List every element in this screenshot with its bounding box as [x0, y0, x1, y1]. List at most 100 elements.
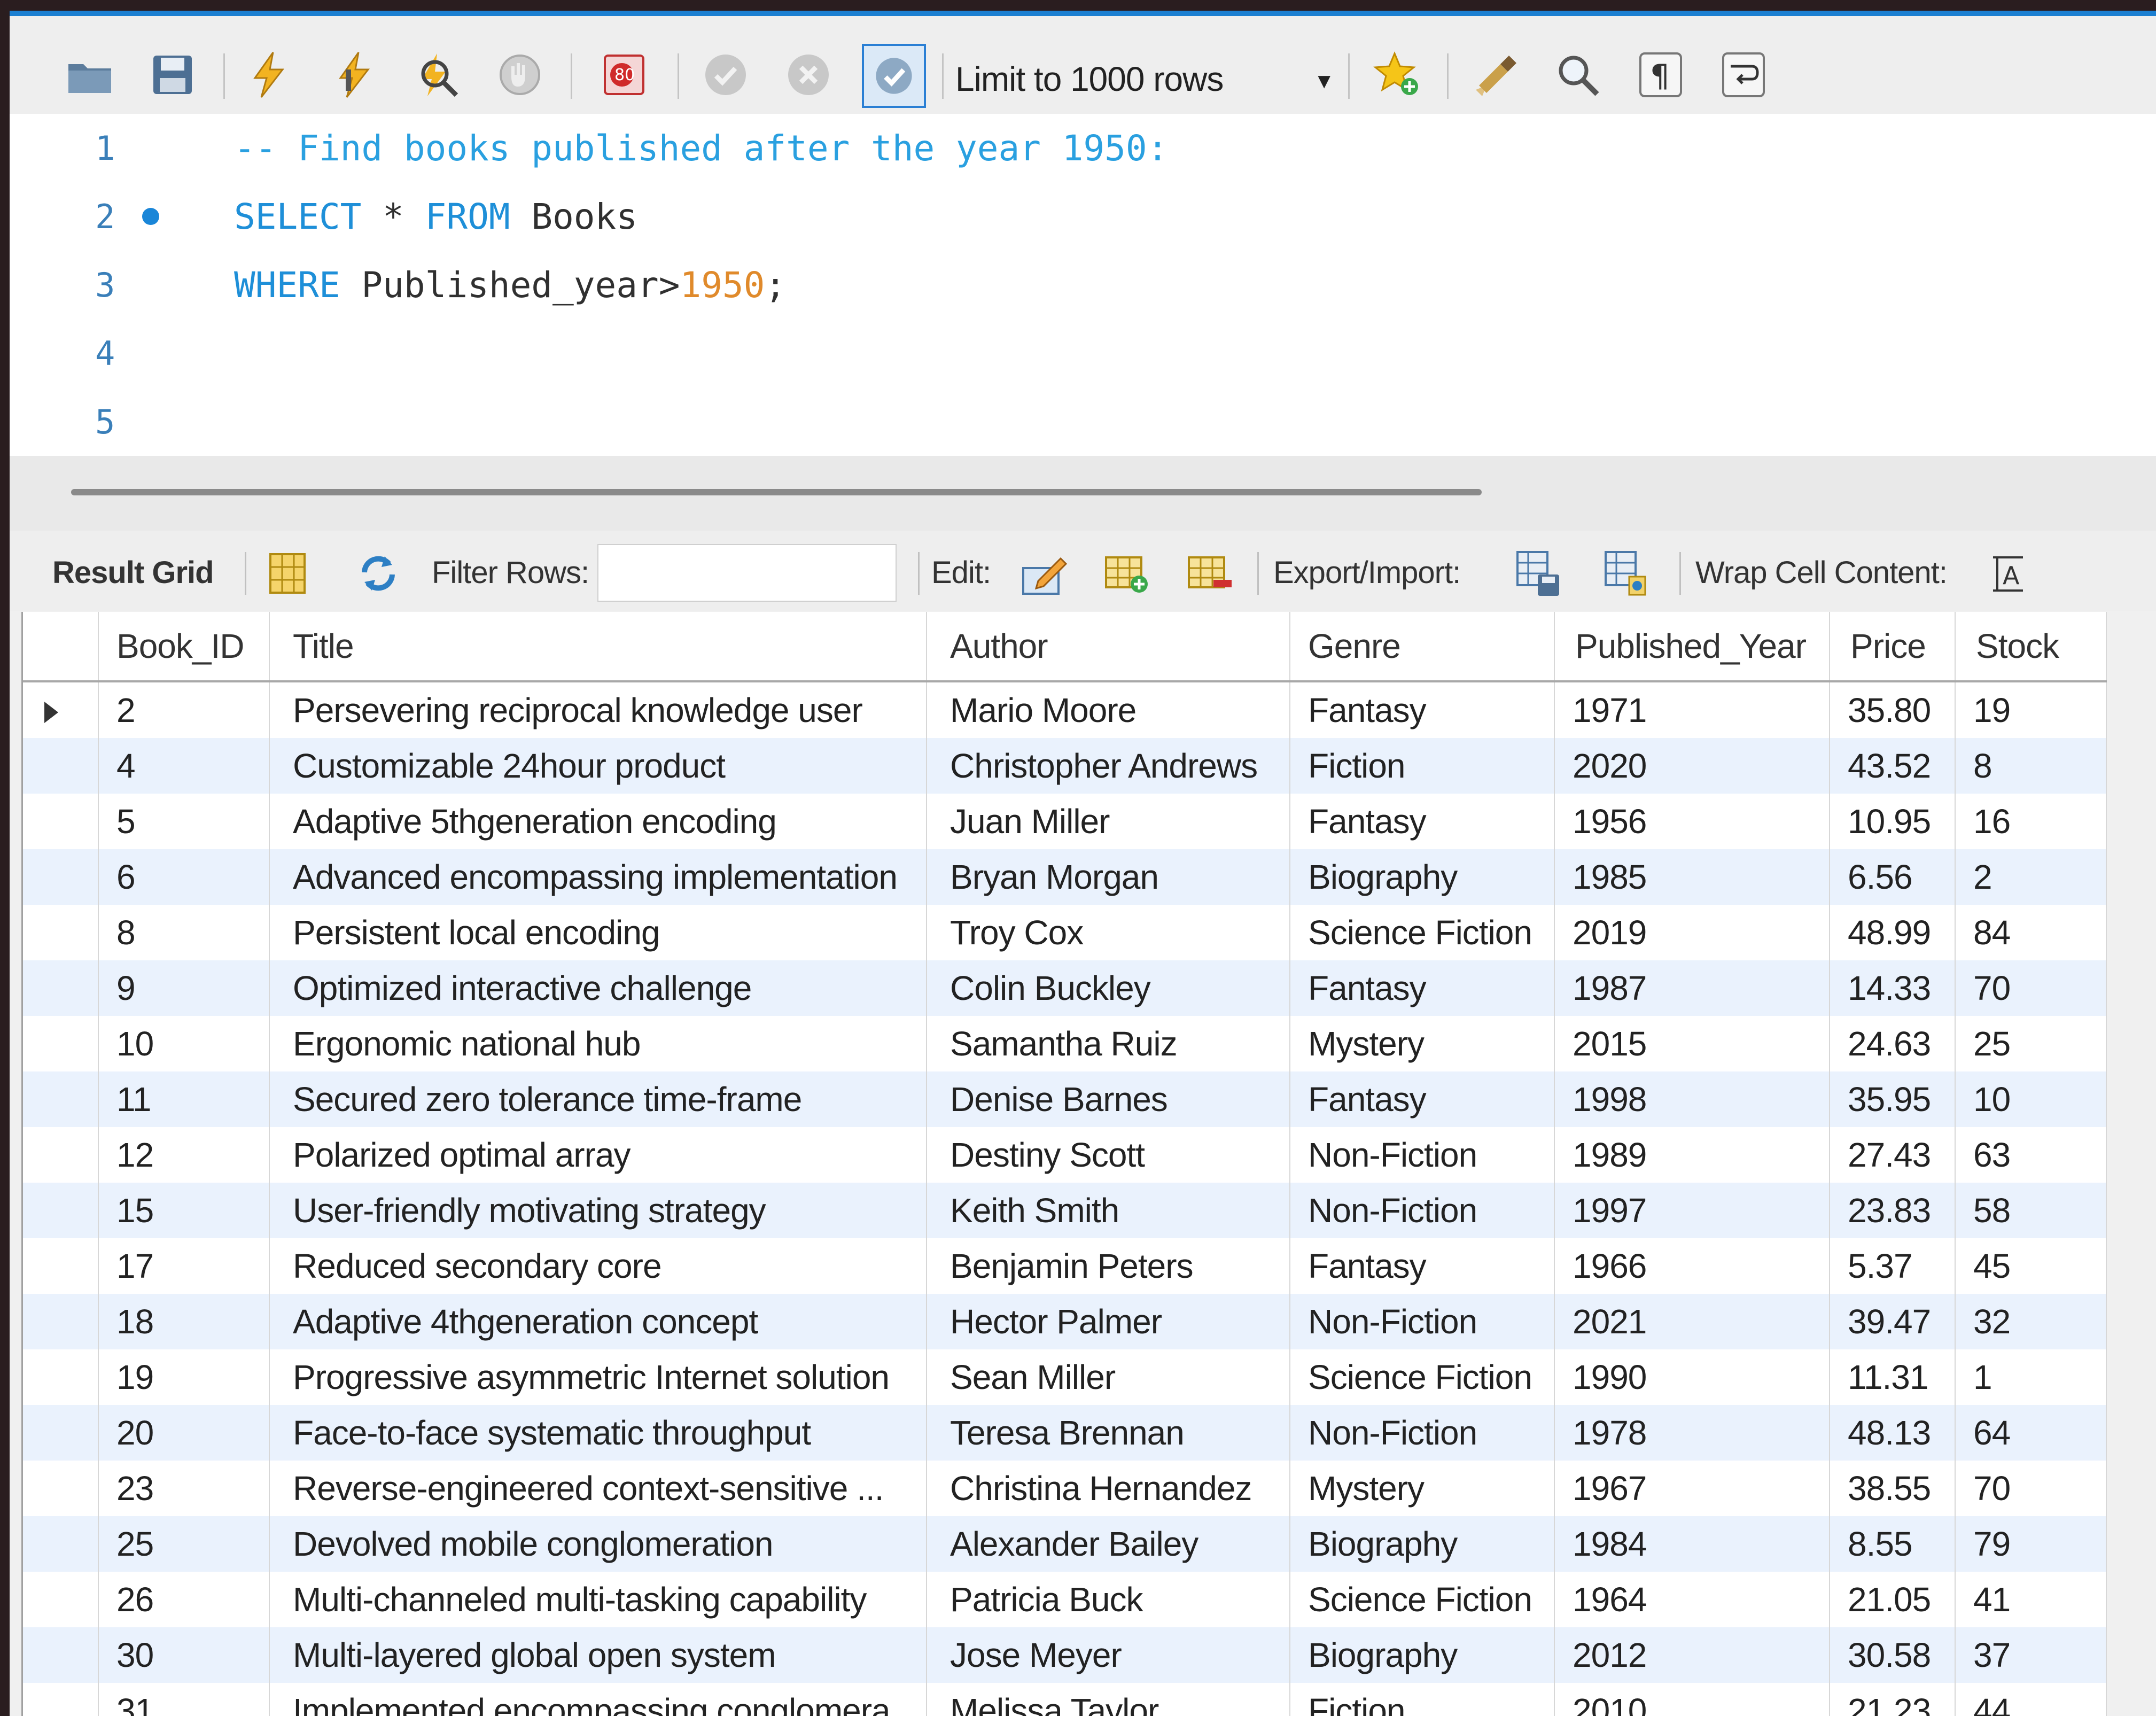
- cell-price[interactable]: 35.95: [1848, 1071, 1944, 1127]
- column-header-price[interactable]: Price: [1850, 612, 1952, 680]
- row-limit-select[interactable]: Limit to 1000 rows ▼: [955, 48, 1345, 110]
- cell-title[interactable]: Face-to-face systematic throughput: [293, 1405, 918, 1461]
- cell-title[interactable]: Customizable 24hour product: [293, 738, 918, 794]
- cell-price[interactable]: 14.33: [1848, 960, 1944, 1016]
- cell-stock[interactable]: 64: [1973, 1405, 2096, 1461]
- table-row[interactable]: 15 User-friendly motivating strategy Keith…: [23, 1183, 2107, 1238]
- cell-stock[interactable]: 37: [1973, 1627, 2096, 1683]
- cell-book-id[interactable]: 26: [116, 1572, 261, 1627]
- cell-published-year[interactable]: 2015: [1573, 1016, 1818, 1071]
- cell-published-year[interactable]: 2019: [1573, 905, 1818, 960]
- word-wrap-icon[interactable]: [1717, 48, 1770, 102]
- cell-title[interactable]: Adaptive 4thgeneration concept: [293, 1294, 918, 1349]
- cell-published-year[interactable]: 1998: [1573, 1071, 1818, 1127]
- table-row[interactable]: 10 Ergonomic national hub Samantha Ruiz Mys…: [23, 1016, 2107, 1071]
- cell-book-id[interactable]: 17: [116, 1238, 261, 1294]
- cell-stock[interactable]: 45: [1973, 1238, 2096, 1294]
- cell-stock[interactable]: 19: [1973, 682, 2096, 738]
- column-header-book-id[interactable]: Book_ID: [116, 612, 266, 680]
- cell-title[interactable]: Devolved mobile conglomeration: [293, 1516, 918, 1572]
- cell-title[interactable]: Multi-layered global open system: [293, 1627, 918, 1683]
- cell-author[interactable]: Benjamin Peters: [950, 1238, 1281, 1294]
- cell-price[interactable]: 30.58: [1848, 1627, 1944, 1683]
- cell-book-id[interactable]: 20: [116, 1405, 261, 1461]
- table-row[interactable]: 18 Adaptive 4thgeneration concept Hector P…: [23, 1294, 2107, 1349]
- cell-price[interactable]: 38.55: [1848, 1461, 1944, 1516]
- table-row[interactable]: 6 Advanced encompassing implementation Bry…: [23, 849, 2107, 905]
- grid-view-icon[interactable]: [261, 547, 314, 600]
- cell-book-id[interactable]: 5: [116, 794, 261, 849]
- cell-book-id[interactable]: 8: [116, 905, 261, 960]
- execute-icon[interactable]: [242, 48, 295, 102]
- stop-icon[interactable]: [493, 48, 547, 102]
- cell-author[interactable]: Teresa Brennan: [950, 1405, 1281, 1461]
- save-icon[interactable]: [146, 48, 199, 102]
- cell-price[interactable]: 10.95: [1848, 794, 1944, 849]
- result-grid-tab[interactable]: Result Grid: [52, 555, 214, 591]
- cell-author[interactable]: Mario Moore: [950, 682, 1281, 738]
- cell-price[interactable]: 27.43: [1848, 1127, 1944, 1183]
- column-header-published-year[interactable]: Published_Year: [1575, 612, 1826, 680]
- cell-genre[interactable]: Biography: [1308, 1627, 1548, 1683]
- cell-published-year[interactable]: 1997: [1573, 1183, 1818, 1238]
- cell-genre[interactable]: Mystery: [1308, 1016, 1548, 1071]
- column-header-genre[interactable]: Genre: [1308, 612, 1554, 680]
- editor-line[interactable]: 4: [10, 319, 2156, 387]
- cell-price[interactable]: 23.83: [1848, 1183, 1944, 1238]
- cell-published-year[interactable]: 2010: [1573, 1683, 1818, 1716]
- cell-published-year[interactable]: 2020: [1573, 738, 1818, 794]
- cell-title[interactable]: Persevering reciprocal knowledge user: [293, 682, 918, 738]
- table-row[interactable]: 9 Optimized interactive challenge Colin Bu…: [23, 960, 2107, 1016]
- result-grid[interactable]: Book_ID Title Author Genre Published_Yea…: [21, 612, 2107, 1716]
- add-row-icon[interactable]: [1100, 547, 1153, 600]
- cell-published-year[interactable]: 1956: [1573, 794, 1818, 849]
- cell-title[interactable]: Adaptive 5thgeneration encoding: [293, 794, 918, 849]
- cell-genre[interactable]: Fiction: [1308, 1683, 1548, 1716]
- cell-genre[interactable]: Fantasy: [1308, 960, 1548, 1016]
- cell-title[interactable]: User-friendly motivating strategy: [293, 1183, 918, 1238]
- table-row[interactable]: 19 Progressive asymmetric Internet soluti…: [23, 1349, 2107, 1405]
- cell-author[interactable]: Christina Hernandez: [950, 1461, 1281, 1516]
- cell-title[interactable]: Progressive asymmetric Internet solution: [293, 1349, 918, 1405]
- cell-price[interactable]: 8.55: [1848, 1516, 1944, 1572]
- cell-author[interactable]: Christopher Andrews: [950, 738, 1281, 794]
- cell-genre[interactable]: Fantasy: [1308, 1238, 1548, 1294]
- table-row[interactable]: 2 Persevering reciprocal knowledge user Ma…: [23, 682, 2107, 738]
- editor-line[interactable]: 2 SELECT * FROM Books: [10, 182, 2156, 251]
- cell-author[interactable]: Denise Barnes: [950, 1071, 1281, 1127]
- cell-book-id[interactable]: 15: [116, 1183, 261, 1238]
- cell-published-year[interactable]: 1971: [1573, 682, 1818, 738]
- table-row[interactable]: 5 Adaptive 5thgeneration encoding Juan Mil…: [23, 794, 2107, 849]
- cell-stock[interactable]: 70: [1973, 960, 2096, 1016]
- cell-genre[interactable]: Non-Fiction: [1308, 1405, 1548, 1461]
- cell-genre[interactable]: Science Fiction: [1308, 1349, 1548, 1405]
- cell-stock[interactable]: 32: [1973, 1294, 2096, 1349]
- cell-genre[interactable]: Fantasy: [1308, 1071, 1548, 1127]
- delete-row-icon[interactable]: [1182, 547, 1236, 600]
- cell-author[interactable]: Patricia Buck: [950, 1572, 1281, 1627]
- cell-price[interactable]: 48.99: [1848, 905, 1944, 960]
- cell-author[interactable]: Melissa Taylor: [950, 1683, 1281, 1716]
- cell-title[interactable]: Advanced encompassing implementation: [293, 849, 918, 905]
- add-snippet-icon[interactable]: [1372, 48, 1426, 102]
- cell-price[interactable]: 11.31: [1848, 1349, 1944, 1405]
- find-icon[interactable]: [1551, 48, 1605, 102]
- cell-stock[interactable]: 8: [1973, 738, 2096, 794]
- cell-price[interactable]: 24.63: [1848, 1016, 1944, 1071]
- cell-author[interactable]: Juan Miller: [950, 794, 1281, 849]
- invisibles-icon[interactable]: ¶: [1634, 48, 1687, 102]
- explain-icon[interactable]: [410, 48, 464, 102]
- cell-title[interactable]: Optimized interactive challenge: [293, 960, 918, 1016]
- cell-book-id[interactable]: 9: [116, 960, 261, 1016]
- cell-title[interactable]: Persistent local encoding: [293, 905, 918, 960]
- cell-book-id[interactable]: 12: [116, 1127, 261, 1183]
- cell-author[interactable]: Samantha Ruiz: [950, 1016, 1281, 1071]
- cell-published-year[interactable]: 1985: [1573, 849, 1818, 905]
- cell-author[interactable]: Destiny Scott: [950, 1127, 1281, 1183]
- cell-stock[interactable]: 44: [1973, 1683, 2096, 1716]
- editor-line[interactable]: 5: [10, 387, 2156, 456]
- cell-book-id[interactable]: 31: [116, 1683, 261, 1716]
- cell-genre[interactable]: Fantasy: [1308, 794, 1548, 849]
- cell-published-year[interactable]: 1966: [1573, 1238, 1818, 1294]
- cell-published-year[interactable]: 1990: [1573, 1349, 1818, 1405]
